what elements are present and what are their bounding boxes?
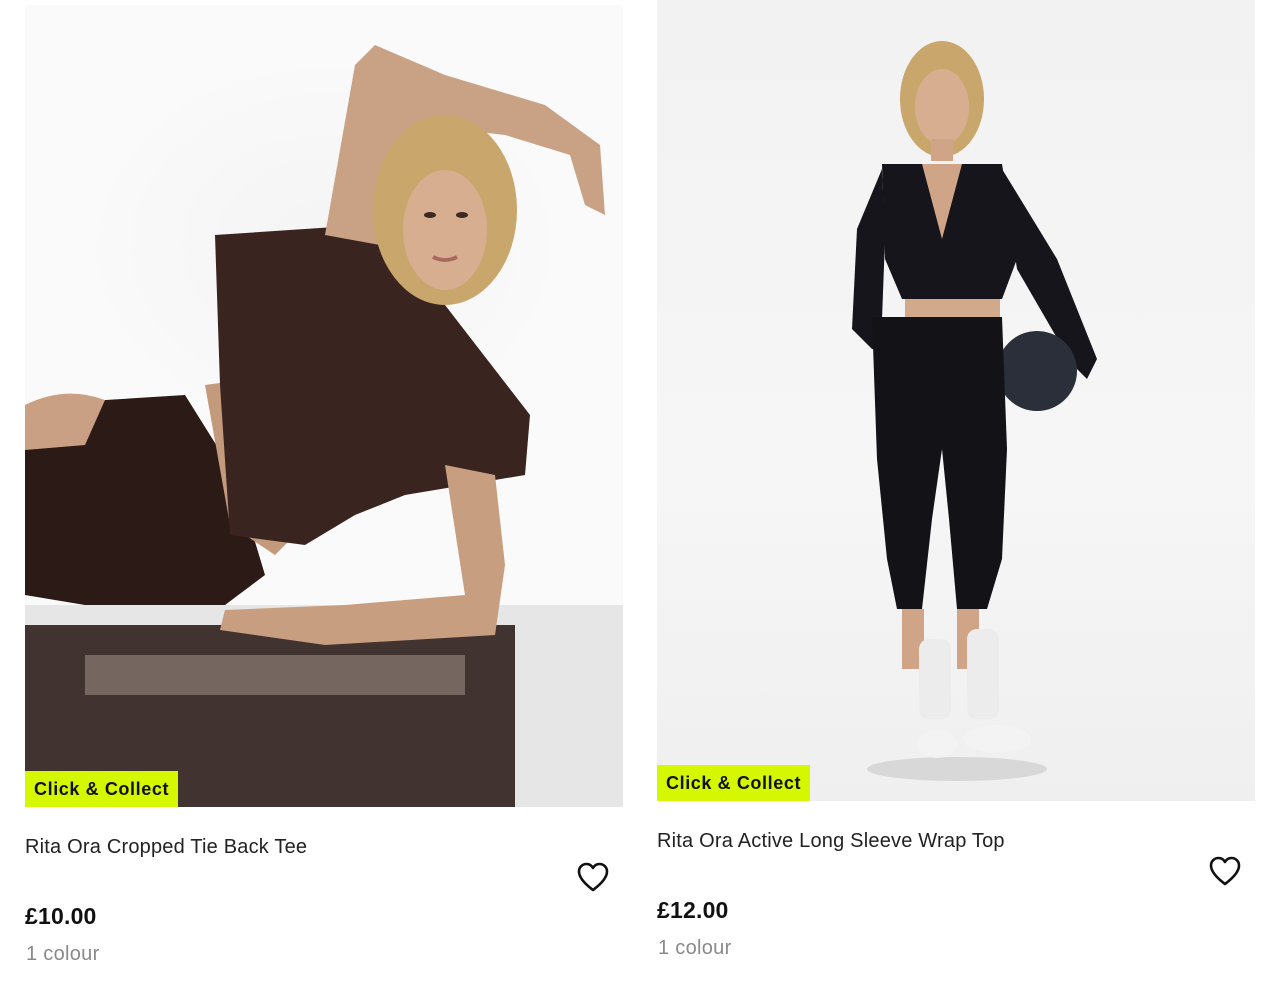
product-title[interactable]: Rita Ora Cropped Tie Back Tee	[25, 835, 623, 859]
product-price: £10.00	[25, 903, 97, 929]
model-photo	[852, 41, 1097, 781]
product-image[interactable]: Click & Collect	[657, 0, 1255, 801]
model-photo	[25, 45, 623, 807]
colour-count: 1 colour	[658, 937, 732, 959]
product-title[interactable]: Rita Ora Active Long Sleeve Wrap Top	[657, 829, 1255, 853]
heart-outline-icon	[577, 862, 609, 892]
click-and-collect-badge: Click & Collect	[657, 765, 811, 801]
add-to-wishlist-button[interactable]	[1207, 853, 1243, 889]
product-image[interactable]: Click & Collect	[25, 5, 623, 807]
product-price: £12.00	[657, 897, 729, 923]
heart-outline-icon	[1209, 856, 1241, 886]
click-and-collect-badge: Click & Collect	[25, 771, 179, 807]
product-card[interactable]: Click & Collect Rita Ora Active Long Sle…	[657, 0, 1255, 959]
colour-count: 1 colour	[26, 943, 100, 965]
product-card[interactable]: Click & Collect Rita Ora Cropped Tie Bac…	[25, 5, 623, 965]
add-to-wishlist-button[interactable]	[575, 859, 611, 895]
